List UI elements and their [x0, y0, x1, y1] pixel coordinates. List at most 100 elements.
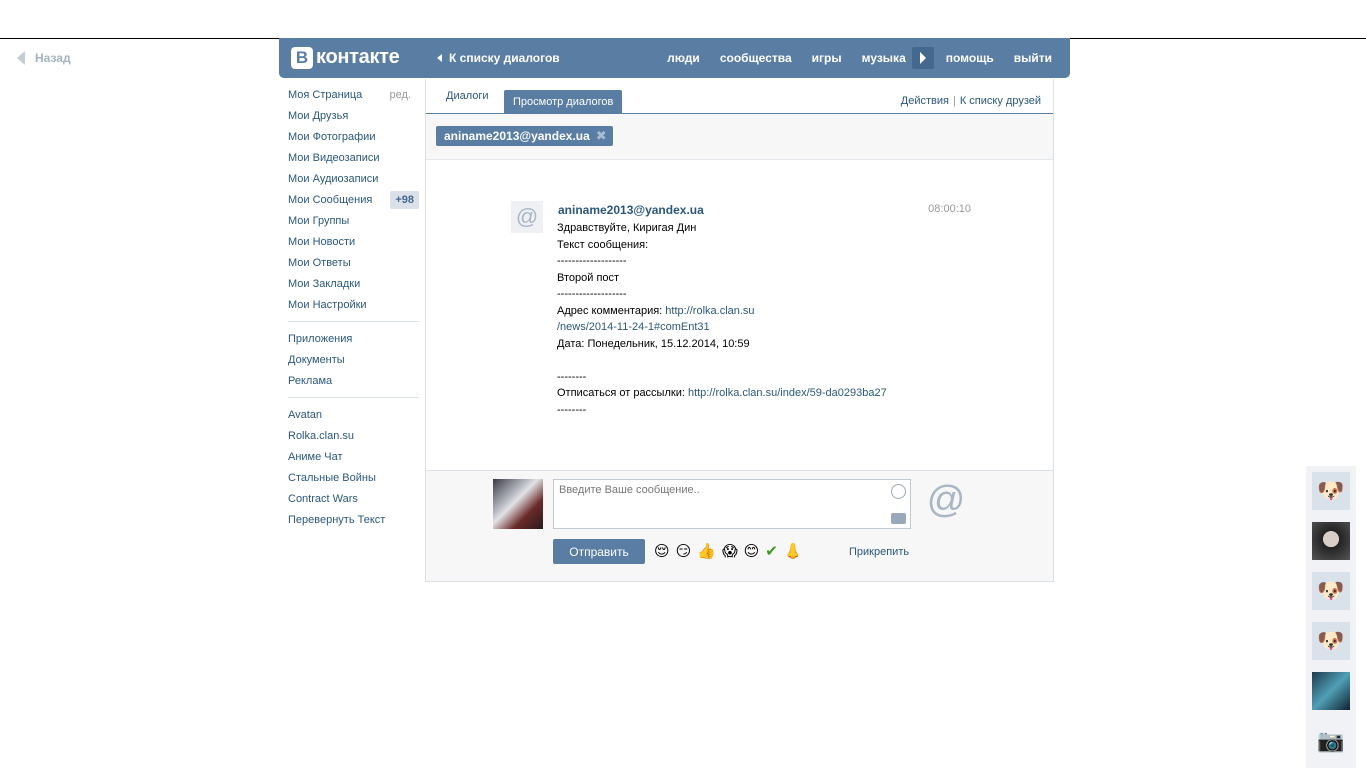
friends-list-link[interactable]: К списку друзей: [960, 95, 1041, 107]
recipient-avatar[interactable]: @: [925, 479, 967, 521]
sidebar-item-bookmarks[interactable]: Мои Закладки: [279, 273, 419, 294]
sidebar-item-news[interactable]: Мои Новости: [279, 231, 419, 252]
sidebar-item-label[interactable]: Реклама: [288, 375, 332, 387]
sidebar-item-label[interactable]: Мои Закладки: [288, 278, 360, 290]
sidebar-item-label[interactable]: Rolka.clan.su: [288, 430, 354, 442]
message-address-line: Адрес комментария: http://rolka.clan.su: [557, 303, 917, 320]
sender-avatar[interactable]: @: [511, 201, 543, 233]
left-arrow-icon: [437, 54, 442, 62]
play-button[interactable]: [911, 47, 934, 69]
sidebar-app-flip-text[interactable]: Перевернуть Текст: [279, 509, 419, 530]
messages-count-badge[interactable]: +98: [390, 190, 419, 209]
message-input[interactable]: Введите Ваше сообщение..: [553, 479, 911, 529]
camera-icon[interactable]: [891, 513, 906, 524]
tabs-right-links: Действия | К списку друзей: [900, 95, 1041, 107]
camera-icon[interactable]: 📷: [1312, 722, 1350, 760]
sidebar-app-contract-wars[interactable]: Contract Wars: [279, 488, 419, 509]
sidebar-item-label[interactable]: Аниме Чат: [288, 451, 343, 463]
recipient-chip[interactable]: aniname2013@yandex.ua ✖: [436, 126, 613, 146]
contact-avatar[interactable]: [1312, 522, 1350, 560]
send-button[interactable]: Отправить: [553, 539, 645, 564]
message-line: -------------------: [557, 288, 627, 300]
sidebar-item-label[interactable]: Avatan: [288, 409, 322, 421]
message-line: [557, 352, 917, 369]
sidebar-item-documents[interactable]: Документы: [279, 349, 419, 370]
sidebar-item-label[interactable]: Перевернуть Текст: [288, 514, 385, 526]
smile-icon[interactable]: [891, 484, 906, 499]
sidebar-item-label[interactable]: Моя Страница: [288, 89, 362, 101]
sidebar-item-apps[interactable]: Приложения: [279, 328, 419, 349]
message-line: Текст сообщения:: [557, 238, 649, 251]
sidebar-item-label[interactable]: Мои Друзья: [288, 110, 348, 122]
sidebar-app-avatan[interactable]: Avatan: [279, 404, 419, 425]
vk-logo[interactable]: В контакте: [291, 46, 400, 69]
my-avatar[interactable]: [493, 479, 543, 529]
unsub-label: Отписаться от рассылки:: [557, 387, 688, 399]
nav-people[interactable]: люди: [657, 51, 710, 65]
sidebar-item-label[interactable]: Мои Фотографии: [288, 131, 375, 143]
attach-link[interactable]: Прикрепить: [849, 546, 909, 558]
tab-view-dialogs[interactable]: Просмотр диалогов: [504, 90, 623, 114]
sidebar-item-my-page[interactable]: Моя Страница ред.: [279, 84, 419, 105]
sidebar-item-ads[interactable]: Реклама: [279, 370, 419, 391]
emoji-relieved-icon[interactable]: 😌: [654, 542, 670, 560]
emoji-check-icon[interactable]: ✔: [765, 542, 778, 560]
edit-link[interactable]: ред.: [390, 89, 419, 101]
sidebar-item-audio[interactable]: Мои Аудиозаписи: [279, 168, 419, 189]
sidebar-item-label[interactable]: Мои Настройки: [288, 299, 367, 311]
dog-avatar-icon[interactable]: 🐶: [1312, 622, 1350, 660]
message-greeting: Здравствуйте, Киригая Дин: [557, 222, 697, 234]
sidebar-app-anime-chat[interactable]: Аниме Чат: [279, 446, 419, 467]
sidebar-item-messages[interactable]: Мои Сообщения +98: [279, 189, 419, 210]
dog-avatar-icon[interactable]: 🐶: [1312, 472, 1350, 510]
sidebar-app-rolka[interactable]: Rolka.clan.su: [279, 425, 419, 446]
actions-link[interactable]: Действия: [901, 95, 949, 107]
sidebar-item-photos[interactable]: Мои Фотографии: [279, 126, 419, 147]
logo-icon: В: [291, 46, 313, 69]
emoji-smile-icon[interactable]: 😊: [744, 542, 760, 560]
close-icon[interactable]: ✖: [596, 128, 607, 144]
message-time[interactable]: 08:00:10: [928, 203, 971, 215]
nav-music[interactable]: музыка: [852, 51, 912, 65]
sidebar-item-label[interactable]: Стальные Войны: [288, 472, 376, 484]
sidebar-item-label[interactable]: Contract Wars: [288, 493, 358, 505]
sidebar-item-label[interactable]: Мои Видеозаписи: [288, 152, 380, 164]
sidebar-item-label[interactable]: Приложения: [288, 333, 352, 345]
sidebar-item-settings[interactable]: Мои Настройки: [279, 294, 419, 315]
to-dialogs-link[interactable]: К списку диалогов: [437, 51, 560, 65]
message-author[interactable]: aniname2013@yandex.ua: [558, 203, 704, 217]
sidebar-item-videos[interactable]: Мои Видеозаписи: [279, 147, 419, 168]
comment-link[interactable]: http://rolka.clan.su: [665, 305, 754, 317]
sidebar-item-label[interactable]: Мои Сообщения: [288, 194, 372, 206]
dog-avatar-icon[interactable]: 🐶: [1312, 572, 1350, 610]
nav-help[interactable]: помощь: [936, 51, 1004, 65]
sidebar-app-steel-wars[interactable]: Стальные Войны: [279, 467, 419, 488]
message-line: --------: [557, 403, 587, 416]
sidebar-item-answers[interactable]: Мои Ответы: [279, 252, 419, 273]
emoji-nose-icon[interactable]: 👃: [784, 542, 803, 560]
sidebar-item-label[interactable]: Мои Новости: [288, 236, 355, 248]
tab-dialogs[interactable]: Диалоги: [446, 90, 489, 102]
unsubscribe-link[interactable]: http://rolka.clan.su/index/59-da0293ba27: [688, 387, 887, 399]
sidebar-item-label[interactable]: Мои Ответы: [288, 257, 351, 269]
tabs-bar: Диалоги Просмотр диалогов Действия | К спи…: [426, 79, 1053, 114]
emoji-smirk-icon[interactable]: 😏: [676, 542, 692, 560]
dialog-panel: Диалоги Просмотр диалогов Действия | К спи…: [425, 79, 1054, 582]
nav-logout[interactable]: выйти: [1004, 51, 1070, 65]
nav-games[interactable]: игры: [802, 51, 852, 65]
sidebar-item-label[interactable]: Мои Аудиозаписи: [288, 173, 378, 185]
header-bar: В контакте К списку диалогов люди сообще…: [279, 38, 1070, 78]
sidebar-item-label[interactable]: Мои Группы: [288, 215, 349, 227]
emoji-scream-icon[interactable]: 😱: [722, 542, 738, 560]
to-dialogs-label: К списку диалогов: [449, 51, 560, 65]
emoji-thumbs-up-icon[interactable]: 👍: [697, 542, 716, 560]
sidebar-item-friends[interactable]: Мои Друзья: [279, 105, 419, 126]
sidebar: Моя Страница ред. Мои Друзья Мои Фотограф…: [279, 84, 419, 530]
sidebar-item-label[interactable]: Документы: [288, 354, 345, 366]
comment-link-cont[interactable]: /news/2014-11-24-1#comEnt31: [557, 319, 917, 336]
nav-communities[interactable]: сообщества: [710, 51, 802, 65]
contact-avatar[interactable]: [1312, 672, 1350, 710]
sidebar-item-groups[interactable]: Мои Группы: [279, 210, 419, 231]
logo-text: контакте: [316, 46, 400, 68]
back-link[interactable]: Назад: [17, 51, 71, 65]
